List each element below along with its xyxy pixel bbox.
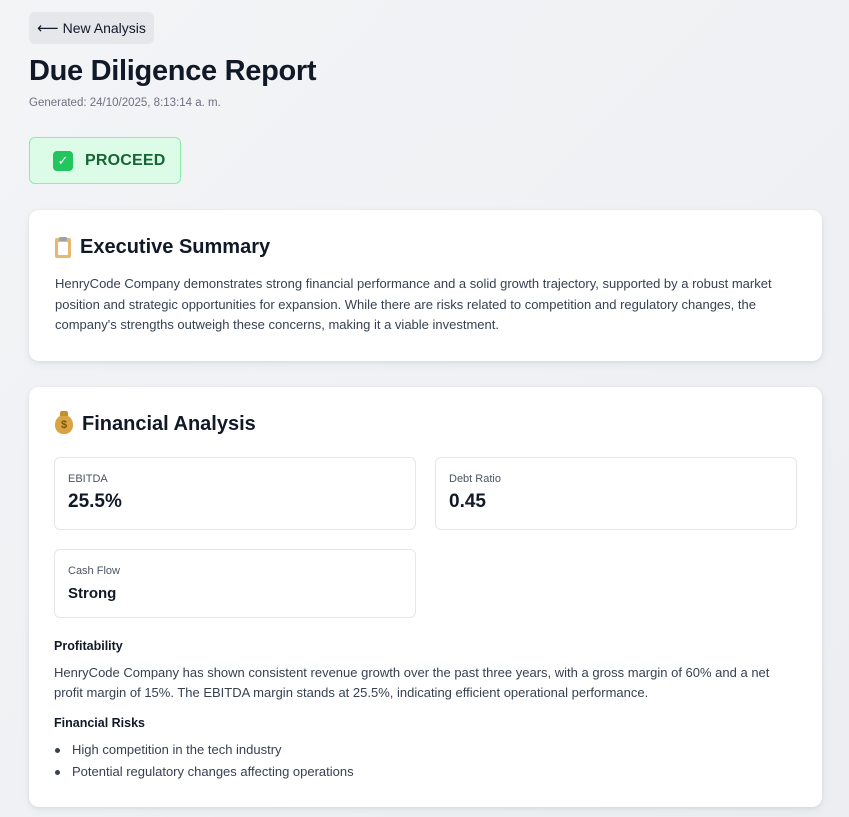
- generated-timestamp: Generated: 24/10/2025, 8:13:14 a. m.: [29, 97, 221, 109]
- recommendation-badge: ✓ PROCEED: [29, 137, 181, 184]
- check-box-icon: ✓: [53, 150, 73, 171]
- metric-label: Debt Ratio: [449, 473, 501, 485]
- list-item: Potential regulatory changes affecting o…: [54, 761, 354, 783]
- metric-value: Strong: [68, 585, 117, 602]
- report-page: ⟵ New Analysis Due Diligence Report Gene…: [0, 0, 849, 817]
- executive-summary-text: HenryCode Company demonstrates strong fi…: [55, 276, 772, 332]
- money-bag-icon: $: [55, 411, 73, 434]
- new-analysis-label: New Analysis: [62, 20, 146, 36]
- clipboard-icon: [55, 236, 71, 258]
- metric-card-debt-ratio: Debt Ratio 0.45: [435, 457, 797, 530]
- executive-summary-heading: Executive Summary: [55, 236, 270, 259]
- executive-summary-title: Executive Summary: [80, 236, 271, 258]
- financial-risks-list: High competition in the tech industry Po…: [54, 739, 354, 783]
- financial-analysis-card: $ Financial Analysis EBITDA 25.5% Debt R…: [29, 387, 822, 807]
- new-analysis-button[interactable]: ⟵ New Analysis: [29, 12, 154, 44]
- metric-label: Cash Flow: [68, 565, 120, 577]
- financial-analysis-title: Financial Analysis: [82, 413, 256, 435]
- page-title: Due Diligence Report: [29, 55, 317, 87]
- recommendation-label: PROCEED: [85, 151, 166, 169]
- list-item: High competition in the tech industry: [54, 739, 354, 761]
- financial-risks-heading: Financial Risks: [54, 716, 146, 730]
- executive-summary-card: Executive Summary HenryCode Company demo…: [29, 210, 822, 361]
- metric-card-cash-flow: Cash Flow Strong: [54, 549, 416, 618]
- arrow-left-icon: ⟵: [37, 20, 59, 37]
- profitability-heading: Profitability: [54, 639, 123, 653]
- profitability-text: HenryCode Company has shown consistent r…: [54, 665, 770, 700]
- metric-value: 0.45: [449, 491, 486, 512]
- metric-card-ebitda: EBITDA 25.5%: [54, 457, 416, 530]
- metric-value: 25.5%: [68, 491, 122, 512]
- financial-analysis-heading: $ Financial Analysis: [55, 411, 256, 436]
- metric-label: EBITDA: [68, 473, 108, 485]
